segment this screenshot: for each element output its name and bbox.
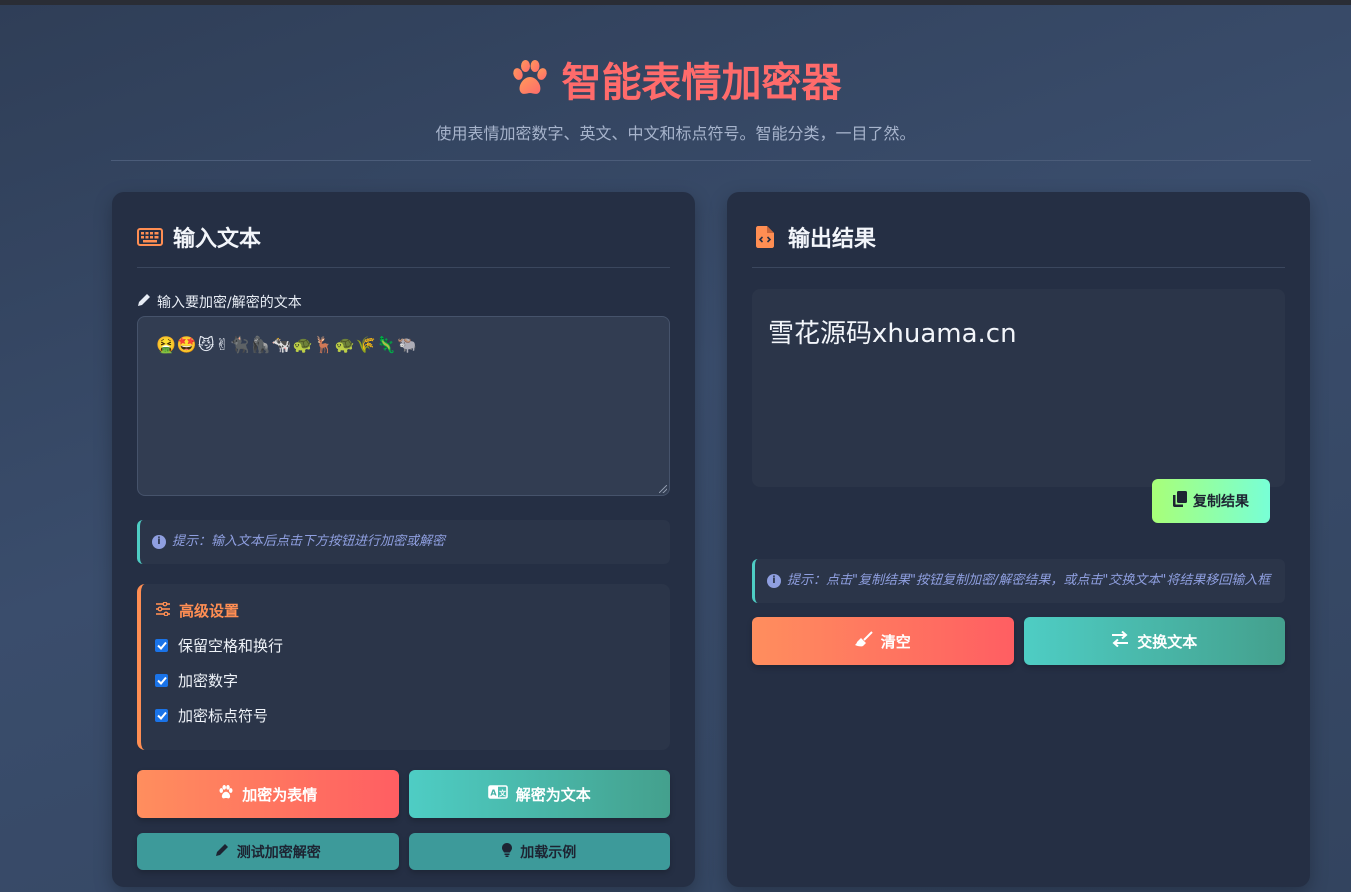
pencil-icon bbox=[137, 293, 151, 311]
input-panel-title: 输入文本 bbox=[173, 226, 262, 252]
option-label: 保留空格和换行 bbox=[178, 637, 284, 655]
output-panel-header: 输出结果 bbox=[752, 192, 1285, 268]
page-title: 智能表情加密器 bbox=[510, 50, 842, 108]
svg-text:文: 文 bbox=[499, 789, 507, 798]
decrypt-button[interactable]: A 文 解密为文本 bbox=[408, 770, 670, 818]
file-code-icon bbox=[752, 225, 778, 248]
pencil-icon bbox=[215, 843, 229, 861]
output-panel-title: 输出结果 bbox=[788, 226, 877, 252]
info-icon: i bbox=[152, 535, 166, 549]
input-hint: i 提示：输入文本后点击下方按钮进行加密或解密 bbox=[137, 520, 670, 564]
input-hint-text: 提示：输入文本后点击下方按钮进行加密或解密 bbox=[172, 534, 446, 549]
clear-button-label: 清空 bbox=[880, 632, 911, 651]
lightbulb-icon bbox=[502, 842, 513, 861]
sliders-icon bbox=[155, 601, 171, 620]
test-button[interactable]: 测试加密解密 bbox=[137, 833, 399, 870]
secondary-actions: 测试加密解密 加载示例 bbox=[137, 833, 670, 870]
language-icon: A 文 bbox=[487, 785, 508, 803]
option-encrypt-punctuation[interactable]: 加密标点符号 bbox=[155, 705, 654, 726]
paw-icon bbox=[218, 784, 234, 804]
paw-icon bbox=[512, 60, 547, 94]
settings-title: 高级设置 bbox=[155, 600, 654, 621]
load-example-button-label: 加载示例 bbox=[520, 844, 577, 861]
page-subtitle: 使用表情加密数字、英文、中文和标点符号。智能分类，一目了然。 bbox=[435, 124, 916, 143]
swap-icon bbox=[1111, 630, 1129, 651]
resize-handle[interactable] bbox=[659, 485, 667, 493]
output-result: 雪花源码xhuama.cn bbox=[752, 289, 1285, 487]
copy-result-button[interactable]: 复制结果 bbox=[1152, 479, 1270, 523]
copy-icon bbox=[1173, 491, 1187, 511]
checkbox-encrypt-numbers[interactable] bbox=[155, 674, 168, 687]
output-result-text: 雪花源码xhuama.cn bbox=[768, 319, 1017, 349]
window-top-strip bbox=[0, 0, 1351, 5]
input-field-label: 输入要加密/解密的文本 bbox=[137, 292, 670, 312]
svg-text:A: A bbox=[490, 789, 497, 798]
page-header: 智能表情加密器 使用表情加密数字、英文、中文和标点符号。智能分类，一目了然。 bbox=[0, 50, 1351, 144]
settings-title-text: 高级设置 bbox=[179, 602, 240, 620]
info-icon: i bbox=[767, 574, 781, 588]
copy-result-button-label: 复制结果 bbox=[1193, 494, 1249, 510]
output-hint: i 提示：点击"复制结果"按钮复制加密/解密结果，或点击"交换文本"将结果移回输… bbox=[752, 559, 1285, 603]
load-example-button[interactable]: 加载示例 bbox=[408, 833, 670, 870]
primary-actions: 加密为表情 A 文 解密为文本 bbox=[137, 770, 670, 818]
checkbox-keep-whitespace[interactable] bbox=[155, 639, 168, 652]
input-panel: 输入文本 输入要加密/解密的文本 🤮🤩😼✌🐈‍⬛🦍🐄🐢🦌🐢🌾🦎🐃 i 提示：输入… bbox=[112, 192, 695, 887]
checkbox-encrypt-punctuation[interactable] bbox=[155, 709, 168, 722]
encrypt-button[interactable]: 加密为表情 bbox=[137, 770, 399, 818]
broom-icon bbox=[854, 631, 873, 651]
encrypt-button-label: 加密为表情 bbox=[242, 785, 318, 804]
decrypt-button-label: 解密为文本 bbox=[515, 785, 591, 804]
input-field-label-text: 输入要加密/解密的文本 bbox=[157, 295, 302, 311]
header-divider bbox=[111, 160, 1311, 161]
output-panel: 输出结果 雪花源码xhuama.cn 复制结果 i 提示：点击"复制结果"按钮复… bbox=[727, 192, 1310, 887]
test-button-label: 测试加密解密 bbox=[236, 844, 321, 861]
input-textarea[interactable]: 🤮🤩😼✌🐈‍⬛🦍🐄🐢🦌🐢🌾🦎🐃 bbox=[137, 316, 670, 496]
keyboard-icon bbox=[137, 227, 163, 247]
option-keep-whitespace[interactable]: 保留空格和换行 bbox=[155, 635, 654, 656]
swap-text-button[interactable]: 交换文本 bbox=[1023, 617, 1285, 665]
page-title-text: 智能表情加密器 bbox=[561, 60, 842, 106]
clear-button[interactable]: 清空 bbox=[752, 617, 1014, 665]
input-panel-header: 输入文本 bbox=[137, 192, 670, 268]
option-label: 加密标点符号 bbox=[178, 707, 269, 725]
output-actions: 清空 交换文本 bbox=[752, 617, 1285, 665]
option-label: 加密数字 bbox=[178, 672, 239, 690]
output-hint-text: 提示：点击"复制结果"按钮复制加密/解密结果，或点击"交换文本"将结果移回输入框 bbox=[787, 573, 1271, 588]
swap-text-button-label: 交换文本 bbox=[1137, 632, 1198, 651]
advanced-settings: 高级设置 保留空格和换行 加密数字 加密标点符号 bbox=[137, 584, 670, 750]
option-encrypt-numbers[interactable]: 加密数字 bbox=[155, 670, 654, 691]
input-textarea-value: 🤮🤩😼✌🐈‍⬛🦍🐄🐢🦌🐢🌾🦎🐃 bbox=[156, 335, 419, 354]
